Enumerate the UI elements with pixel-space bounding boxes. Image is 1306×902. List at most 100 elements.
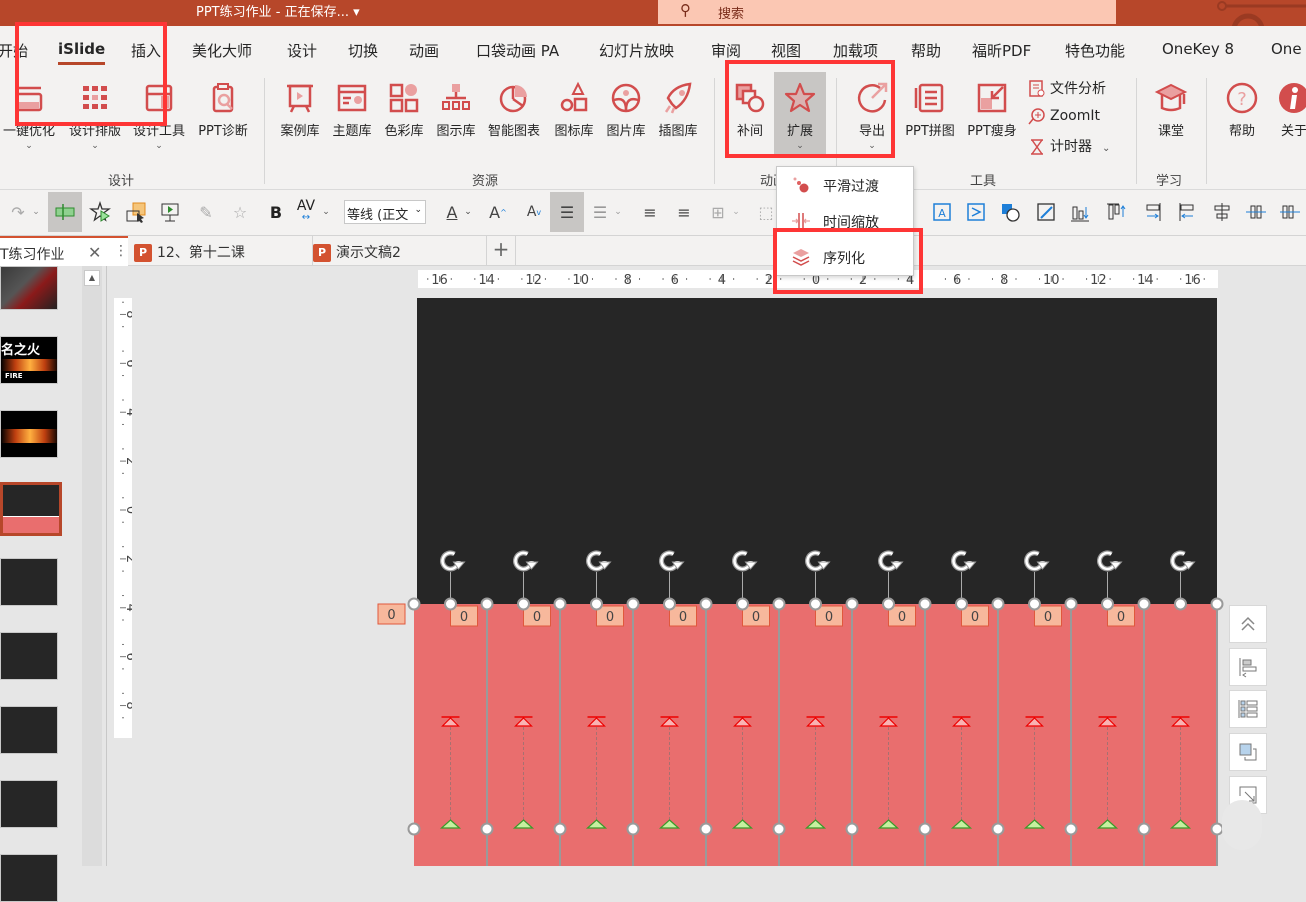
animation-painter-icon[interactable]: ☆ [226,198,254,226]
ppt-puzzle-button[interactable]: PPT拼图 [898,80,962,139]
design-tools-button[interactable]: 设计工具 ⌄ [126,80,192,151]
export-button[interactable]: 导出 ⌄ [850,80,894,151]
tab-onekey8[interactable]: OneKey 8 [1162,40,1234,58]
chevron-down-icon[interactable]: ⌄ [612,198,624,226]
more-options-icon[interactable]: ⋮ [114,243,128,259]
slide-thumbnail-2[interactable]: 名之火 FIRE [0,336,58,384]
character-spacing-button[interactable]: AV ↔ [292,198,320,226]
slide-thumbnail-6[interactable] [0,632,58,680]
textbox-icon[interactable]: A [928,198,956,226]
tab-features[interactable]: 特色功能 [1065,40,1125,61]
tween-button[interactable]: 补间 [728,80,772,139]
tab-view[interactable]: 视图 [771,40,801,61]
align-top-icon[interactable] [1102,198,1130,226]
tab-foxit-pdf[interactable]: 福昕PDF [972,40,1031,61]
diagram-library-button[interactable]: 图示库 [430,80,482,139]
slide-thumbnail-3[interactable] [0,410,58,458]
extend-button[interactable]: 扩展 ⌄ [774,72,826,158]
ppt-slim-button[interactable]: PPT瘦身 [962,80,1022,139]
image-library-button[interactable]: 图片库 [600,80,652,139]
bold-button[interactable]: B [262,198,290,226]
smart-chart-button[interactable]: 智能图表 [482,80,546,139]
file-analysis-button[interactable]: 文件分析 [1028,78,1106,98]
tab-one[interactable]: One [1271,40,1302,58]
table-borders-icon[interactable]: ⊞ [704,198,732,226]
selection-pane-icon[interactable] [48,192,82,232]
search-box[interactable]: ⚲ 搜索 [658,0,1116,24]
layout-panel-button[interactable] [1229,690,1267,728]
tab-addins[interactable]: 加载项 [833,40,878,61]
tab-insert[interactable]: 插入 [131,40,161,61]
doc-tab[interactable]: P 演示文稿2 [312,236,484,266]
timer-button[interactable]: 计时器 ⌄ [1028,136,1110,156]
classroom-button[interactable]: 课堂 [1148,80,1194,139]
new-tab-button[interactable]: + [486,236,516,266]
slideshow-icon[interactable] [156,198,184,226]
one-click-optimize-button[interactable]: 一键优化 ⌄ [0,80,64,151]
slide-thumbnail-7[interactable] [0,706,58,754]
icon-library-button[interactable]: 图标库 [548,80,600,139]
pane-divider[interactable] [106,266,107,866]
color-library-button[interactable]: 色彩库 [378,80,430,139]
align-panel-button[interactable] [1229,648,1267,686]
illustration-library-button[interactable]: 插图库 [652,80,704,139]
ppt-diagnosis-button[interactable]: PPT诊断 [192,80,254,139]
shape-fill-icon[interactable] [996,198,1024,226]
align-right-icon[interactable] [1138,198,1166,226]
chevron-down-icon[interactable]: ⌄ [730,198,742,226]
distribute-horizontal-icon[interactable] [1242,198,1270,226]
chevron-down-icon[interactable]: ⌄ [320,198,332,226]
slide-thumbnail-1[interactable] [0,266,58,310]
select-object-icon[interactable] [122,198,150,226]
case-library-button[interactable]: 案例库 [274,80,326,139]
floating-handle[interactable] [1222,800,1262,850]
window-title[interactable]: PPT练习作业 - 正在保存... ▾ [196,1,360,20]
red-shapes-region[interactable] [414,604,1217,866]
align-left-icon[interactable] [1174,198,1202,226]
doc-tab[interactable]: P 12、第十二课 [134,236,306,266]
slide-thumbnail-9[interactable] [0,854,58,902]
tab-islide[interactable]: iSlide [58,40,106,65]
tab-animations[interactable]: 动画 [409,40,439,61]
tab-help[interactable]: 帮助 [911,40,941,61]
doc-tab-active[interactable]: T练习作业 ✕ ⋮ [0,236,128,266]
decrease-font-size-icon[interactable]: Av [520,198,548,226]
collapse-panel-button[interactable] [1229,605,1267,643]
align-center-horizontal-icon[interactable] [1208,198,1236,226]
align-bottom-icon[interactable] [1066,198,1094,226]
close-icon[interactable]: ✕ [88,243,101,262]
zoomit-button[interactable]: ZoomIt [1028,107,1100,125]
menu-item-smooth-transition[interactable]: 平滑过渡 [777,167,913,203]
redo-icon[interactable]: ↷ [4,198,32,226]
format-painter-icon[interactable]: ✎ [192,198,220,226]
vertical-ruler[interactable]: 864202468 [114,298,132,738]
distribute-vertical-icon[interactable] [1276,198,1304,226]
increase-font-size-icon[interactable]: A ^ [484,198,512,226]
tab-slideshow[interactable]: 幻灯片放映 [599,40,674,61]
menu-item-serialize[interactable]: 序列化 [777,239,913,275]
tab-review[interactable]: 审阅 [711,40,741,61]
vertical-textbox-icon[interactable] [962,198,990,226]
chevron-down-icon[interactable]: ⌄ [462,198,474,226]
arrange-panel-button[interactable] [1229,733,1267,771]
line-spacing-icon[interactable]: ☰ [586,198,614,226]
theme-library-button[interactable]: 主题库 [326,80,378,139]
chevron-down-icon[interactable]: ⌄ [30,198,42,226]
tab-home[interactable]: 开始 [0,40,28,61]
tab-transitions[interactable]: 切换 [348,40,378,61]
align-right-text-icon[interactable]: ≡ [670,198,698,226]
shape-outline-icon[interactable] [1032,198,1060,226]
animation-star-icon[interactable] [86,198,114,226]
menu-item-time-scale[interactable]: 时间缩放 [777,203,913,239]
font-name-select[interactable]: 等线 (正文 ⌄ [344,200,426,224]
tab-beautify[interactable]: 美化大师 [192,40,252,61]
scroll-up-arrow-icon[interactable]: ▲ [84,270,100,286]
tab-design[interactable]: 设计 [287,40,317,61]
slide-thumbnail-8[interactable] [0,780,58,828]
align-center-icon[interactable]: ☰ [550,192,584,232]
align-left-text-icon[interactable]: ≡ [636,198,664,226]
about-button[interactable]: 关于 [1272,80,1306,139]
thumbnail-scrollbar[interactable]: ▲ [82,266,102,866]
slide-thumbnail-4-selected[interactable] [0,482,62,536]
help-button[interactable]: ? 帮助 [1220,80,1264,139]
